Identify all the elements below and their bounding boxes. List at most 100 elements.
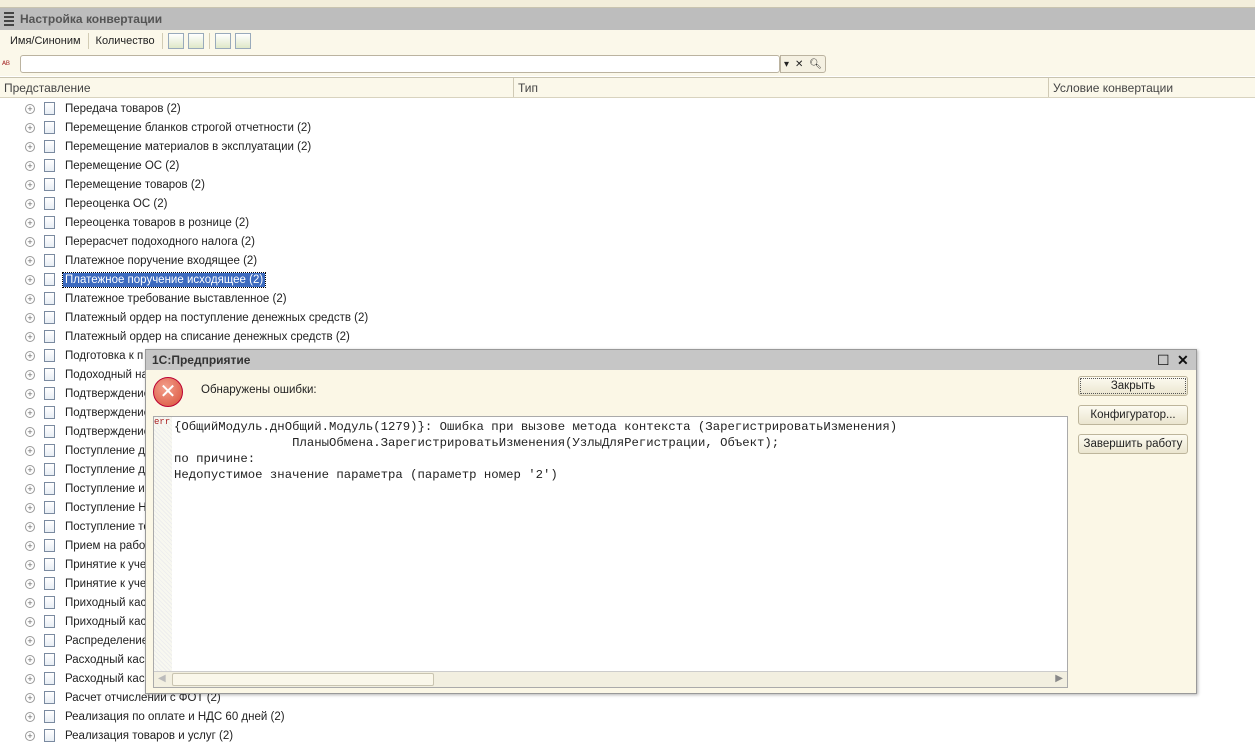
document-icon — [44, 615, 55, 628]
expand-icon[interactable]: + — [25, 255, 35, 266]
document-icon — [44, 444, 55, 457]
export-icon[interactable] — [187, 33, 204, 49]
row-label: Подготовка к п — [65, 349, 144, 362]
search-buttons: ▾ ✕ 🔍︎ — [780, 55, 826, 73]
expand-icon[interactable]: + — [25, 179, 35, 190]
row-label: Прием на работ — [65, 539, 151, 552]
expand-icon[interactable]: + — [25, 692, 35, 703]
document-icon — [44, 634, 55, 647]
tree-row[interactable]: + Перемещение ОС (2) — [0, 156, 1255, 175]
configurator-button[interactable]: Конфигуратор... — [1078, 405, 1188, 425]
column-header-condition[interactable]: Условие конвертации — [1049, 78, 1255, 97]
upload-icon[interactable] — [234, 33, 251, 49]
tree-row[interactable]: + Платежный ордер на поступление денежных… — [0, 308, 1255, 327]
tree-row[interactable]: + Платежное поручение исходящее (2) — [0, 270, 1255, 289]
expand-icon[interactable]: + — [25, 198, 35, 209]
tree-row[interactable]: + Передача товаров (2) — [0, 99, 1255, 118]
expand-icon[interactable]: + — [25, 122, 35, 133]
expand-icon[interactable]: + — [25, 502, 35, 513]
expand-icon[interactable]: + — [25, 597, 35, 608]
scroll-left-icon[interactable]: ◀ — [158, 673, 166, 684]
clear-icon[interactable]: ✕ — [795, 59, 803, 70]
tree-row[interactable]: + Платежное требование выставленное (2) — [0, 289, 1255, 308]
expand-icon[interactable]: + — [25, 635, 35, 646]
close-button[interactable]: Закрыть — [1078, 376, 1188, 396]
top-strip — [0, 0, 1255, 8]
expand-icon[interactable]: + — [25, 711, 35, 722]
expand-icon[interactable]: + — [25, 407, 35, 418]
row-label: Поступление Н — [65, 501, 147, 514]
expand-icon[interactable]: + — [25, 103, 35, 114]
search-mode-icon[interactable]: ᴬᴮ — [2, 59, 18, 69]
tree-row[interactable]: + Платежный ордер на списание денежных ср… — [0, 327, 1255, 346]
expand-icon[interactable]: + — [25, 426, 35, 437]
expand-icon[interactable]: + — [25, 654, 35, 665]
tree-row[interactable]: + Перемещение бланков строгой отчетности … — [0, 118, 1255, 137]
expand-icon[interactable]: + — [25, 521, 35, 532]
document-icon — [44, 368, 55, 381]
search-input[interactable] — [20, 55, 780, 73]
row-label: Поступление до — [65, 463, 152, 476]
expand-icon[interactable]: + — [25, 483, 35, 494]
error-text-area[interactable]: err {ОбщийМодуль.днОбщий.Модуль(1279)}: … — [153, 416, 1068, 688]
tree-row[interactable]: + Перемещение материалов в эксплуатации (… — [0, 137, 1255, 156]
document-icon — [44, 672, 55, 685]
expand-icon[interactable]: + — [25, 141, 35, 152]
document-icon — [44, 558, 55, 571]
row-label: Поступление из — [65, 482, 150, 495]
expand-icon[interactable]: + — [25, 331, 35, 342]
count-button[interactable]: Количество — [92, 35, 159, 47]
expand-icon[interactable]: + — [25, 616, 35, 627]
expand-icon[interactable]: + — [25, 160, 35, 171]
close-icon[interactable]: ✕ — [1177, 352, 1189, 369]
expand-icon[interactable]: + — [25, 293, 35, 304]
expand-icon[interactable]: + — [25, 540, 35, 551]
import-icon[interactable] — [167, 33, 184, 49]
maximize-icon[interactable]: ☐ — [1157, 352, 1170, 369]
expand-icon[interactable]: + — [25, 578, 35, 589]
tree-row[interactable]: + Платежное поручение входящее (2) — [0, 251, 1255, 270]
scroll-right-icon[interactable]: ▶ — [1055, 673, 1063, 684]
column-header-type[interactable]: Тип — [514, 78, 1049, 97]
row-label: Приходный кас — [65, 615, 147, 628]
tree-row[interactable]: + Перерасчет подоходного налога (2) — [0, 232, 1255, 251]
tree-row[interactable]: + Реализация по оплате и НДС 60 дней (2) — [0, 707, 1255, 726]
expand-icon[interactable]: + — [25, 559, 35, 570]
exit-button[interactable]: Завершить работу — [1078, 434, 1188, 454]
document-icon — [44, 197, 55, 210]
toolbar: Имя/Синоним Количество — [0, 30, 1255, 52]
dialog-message: Обнаружены ошибки: — [201, 384, 317, 396]
document-icon — [44, 539, 55, 552]
tree-row[interactable]: + Перемещение товаров (2) — [0, 175, 1255, 194]
expand-icon[interactable]: + — [25, 673, 35, 684]
expand-icon[interactable]: + — [25, 445, 35, 456]
save-icon[interactable] — [214, 33, 231, 49]
scrollbar-thumb[interactable] — [172, 673, 434, 686]
row-label: Платежный ордер на списание денежных сре… — [65, 330, 350, 343]
expand-icon[interactable]: + — [25, 350, 35, 361]
expand-icon[interactable]: + — [25, 369, 35, 380]
row-label: Подтверждение — [65, 406, 151, 419]
table-header: Представление Тип Условие конвертации — [0, 77, 1255, 98]
expand-icon[interactable]: + — [25, 388, 35, 399]
expand-icon[interactable]: + — [25, 464, 35, 475]
tree-row[interactable]: + Переоценка товаров в рознице (2) — [0, 213, 1255, 232]
tree-row[interactable]: + Реализация товаров и услуг (2) — [0, 726, 1255, 745]
document-icon — [44, 406, 55, 419]
horizontal-scrollbar[interactable]: ◀ ▶ — [154, 671, 1067, 687]
dialog-titlebar: 1С:Предприятие — [146, 350, 1196, 370]
document-icon — [44, 178, 55, 191]
expand-icon[interactable]: + — [25, 217, 35, 228]
dropdown-icon[interactable]: ▾ — [784, 59, 789, 70]
row-label: Платежный ордер на поступление денежных … — [65, 311, 369, 324]
row-label: Реализация товаров и услуг (2) — [65, 729, 234, 742]
expand-icon[interactable]: + — [25, 236, 35, 247]
row-label: Платежное требование выставленное (2) — [65, 292, 287, 305]
expand-icon[interactable]: + — [25, 312, 35, 323]
expand-icon[interactable]: + — [25, 730, 35, 741]
expand-icon[interactable]: + — [25, 274, 35, 285]
column-header-presentation[interactable]: Представление — [0, 78, 514, 97]
name-synonym-button[interactable]: Имя/Синоним — [6, 35, 85, 47]
tree-row[interactable]: + Переоценка ОС (2) — [0, 194, 1255, 213]
search-icon[interactable]: 🔍︎ — [809, 59, 822, 70]
